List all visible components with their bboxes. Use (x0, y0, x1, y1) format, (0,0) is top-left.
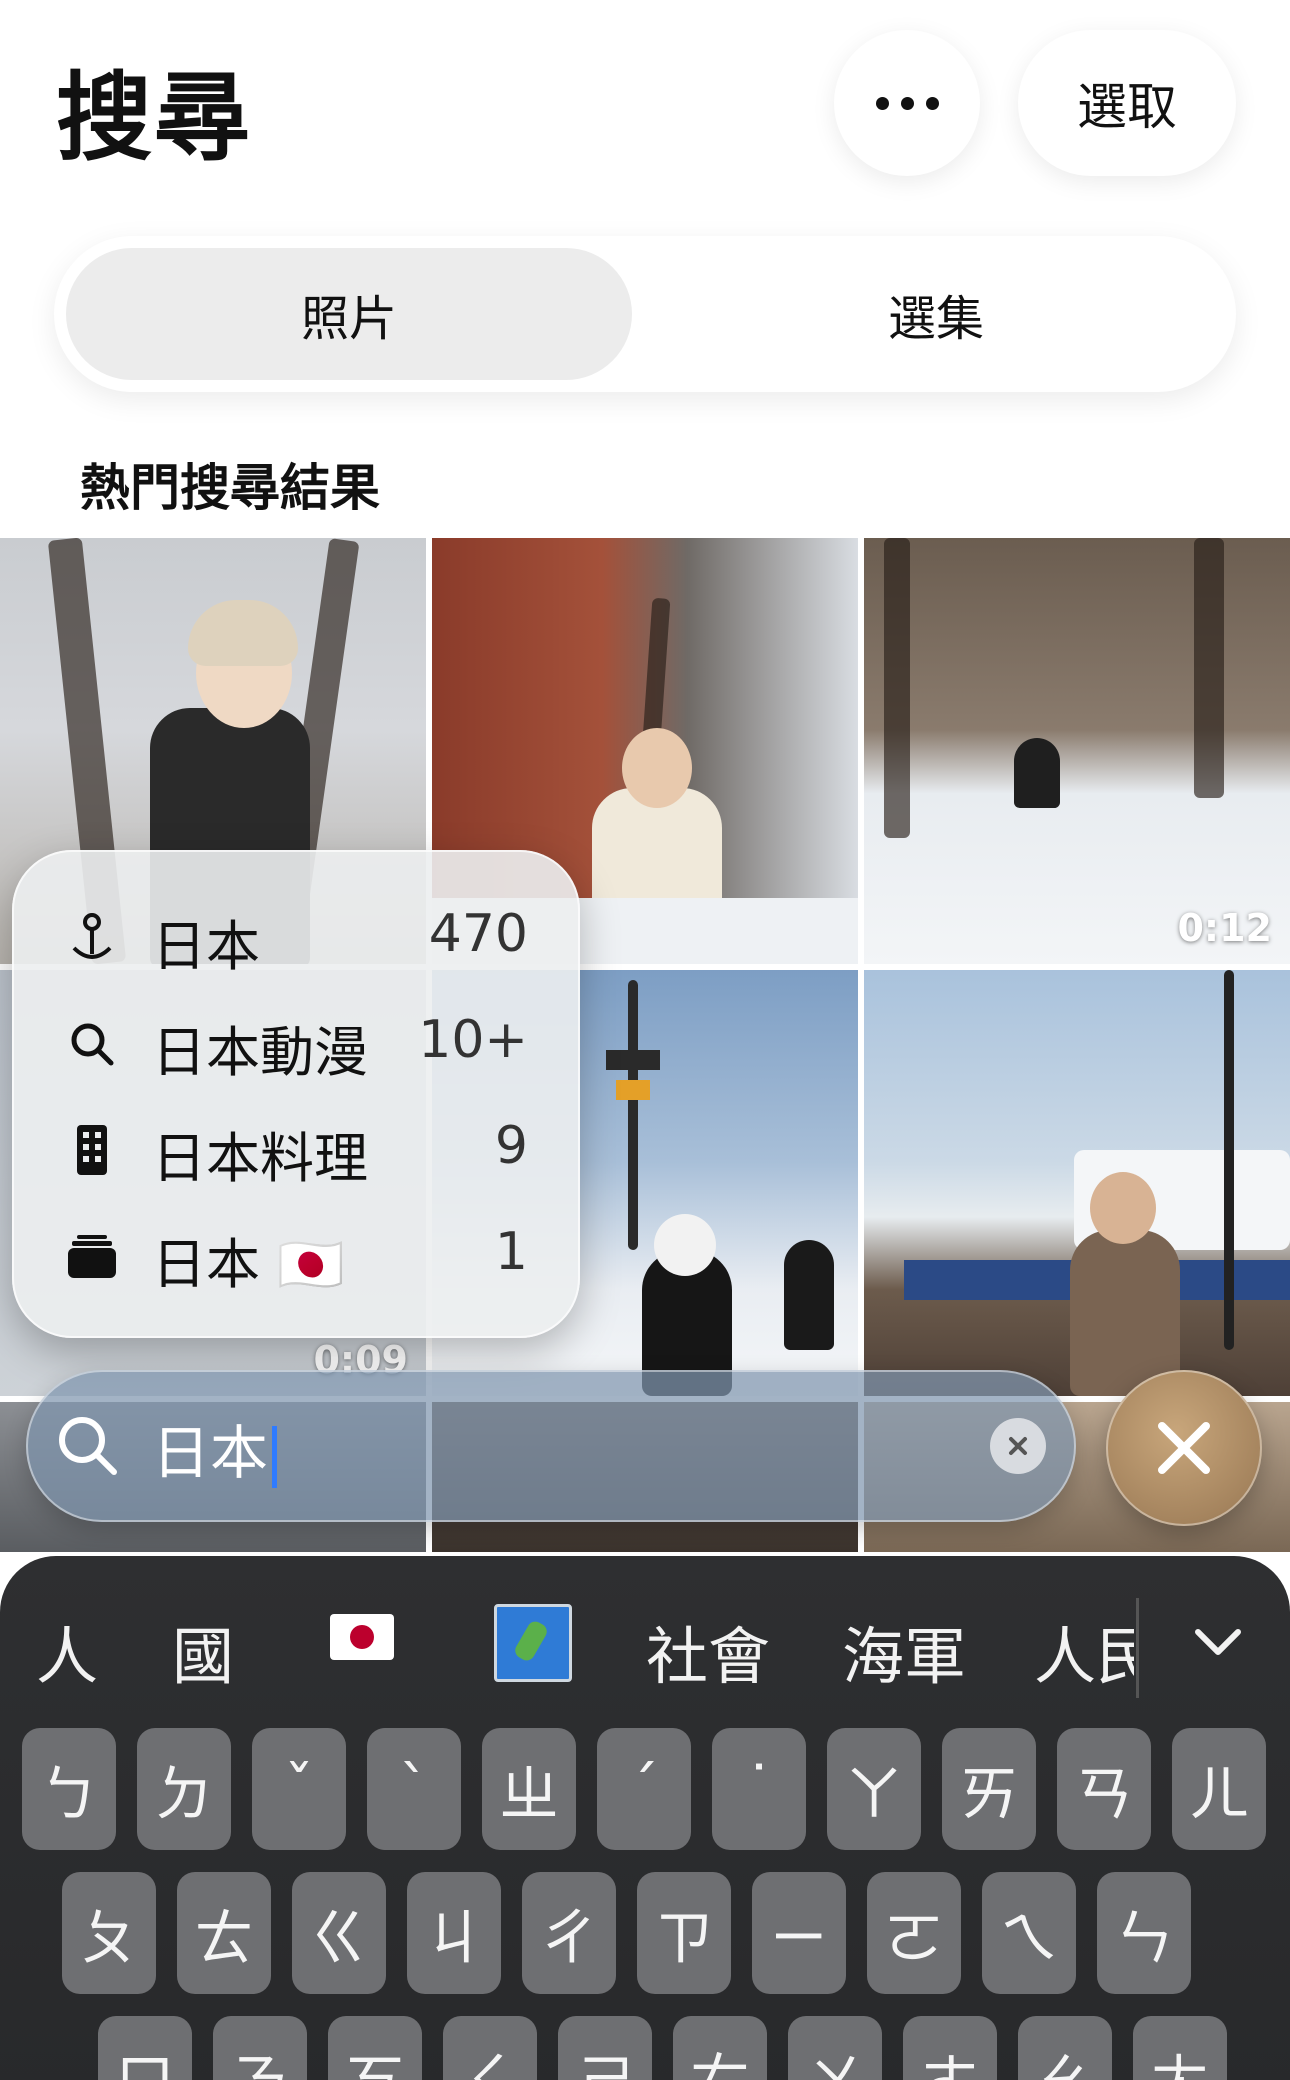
key[interactable]: ㄦ (1172, 1728, 1266, 1850)
suggestion-place[interactable]: 日本 470 (12, 884, 580, 990)
japan-map-icon[interactable] (494, 1604, 572, 1682)
key[interactable]: ㄔ (522, 1872, 616, 1994)
video-duration: 0:12 (1177, 906, 1272, 950)
key[interactable]: ㄞ (942, 1728, 1036, 1850)
segmented-control: 照片 選集 (54, 236, 1236, 392)
key[interactable]: ㄠ (1018, 2016, 1112, 2080)
key[interactable]: ㄐ (407, 1872, 501, 1994)
key[interactable]: ㄊ (177, 1872, 271, 1994)
key[interactable]: ㄚ (827, 1728, 921, 1850)
key[interactable]: ˋ (367, 1728, 461, 1850)
candidate-word[interactable]: 人民 (1034, 1606, 1134, 1696)
suggestion-label: 日本 (152, 915, 260, 978)
suggestion-label: 日本料理 (152, 1127, 368, 1190)
suggestion-business[interactable]: 日本料理 9 (12, 1096, 580, 1202)
search-input[interactable]: 日本 (152, 1406, 278, 1490)
key[interactable]: ㄉ (137, 1728, 231, 1850)
suggestion-count: 10+ (418, 1010, 528, 1070)
key[interactable]: ˇ (252, 1728, 346, 1850)
select-button[interactable]: 選取 (1018, 30, 1236, 176)
key[interactable]: ㄨ (788, 2016, 882, 2080)
key[interactable]: ㄤ (1133, 2016, 1227, 2080)
clear-icon (1009, 1437, 1027, 1455)
japan-flag-emoji: 🇯🇵 (277, 1233, 345, 1296)
key[interactable]: ㄓ (482, 1728, 576, 1850)
album-stack-icon (64, 1228, 120, 1284)
candidate-word[interactable]: 社會 (646, 1606, 770, 1696)
section-title: 熱門搜尋結果 (80, 459, 380, 517)
key[interactable]: ˊ (597, 1728, 691, 1850)
search-icon (52, 1410, 124, 1482)
suggestion-label: 日本 🇯🇵 (152, 1233, 345, 1296)
photo-thumbnail[interactable] (864, 970, 1290, 1396)
map-pin-icon (64, 910, 120, 966)
key[interactable]: ㄜ (903, 2016, 997, 2080)
more-options-button[interactable] (834, 30, 980, 176)
suggestion-count: 470 (428, 904, 528, 964)
key[interactable]: ㄢ (1057, 1728, 1151, 1850)
chevron-down-icon[interactable] (1188, 1612, 1248, 1672)
close-icon (1158, 1422, 1210, 1474)
key[interactable]: ㄟ (982, 1872, 1076, 1994)
candidate-word[interactable]: 人 (36, 1606, 98, 1696)
text-caret (272, 1425, 278, 1488)
suggestion-count: 9 (494, 1116, 528, 1176)
candidate-word[interactable]: 國 (172, 1606, 234, 1696)
suggestion-label: 日本動漫 (152, 1021, 368, 1084)
divider (1136, 1598, 1139, 1698)
close-search-button[interactable] (1106, 1370, 1262, 1526)
key[interactable]: ㄋ (213, 2016, 307, 2080)
key[interactable]: ㄍ (292, 1872, 386, 1994)
search-suggestions-popup: 日本 470 日本動漫 10+ 日本料理 9 日本 🇯🇵 1 (12, 850, 580, 1338)
building-icon (64, 1122, 120, 1178)
search-icon (64, 1016, 120, 1072)
key[interactable]: ㄇ (98, 2016, 192, 2080)
photos-search-screen: 搜尋 選取 照片 選集 熱門搜尋結果 0:12 0:09 日本 470 日本動漫… (0, 0, 1290, 2080)
key[interactable]: ㄅ (22, 1728, 116, 1850)
zhuyin-keyboard: 人 國 社會 海軍 人民 ㄅ ㄉ ˇ ˋ ㄓ ˊ ˙ ㄚ ㄞ ㄢ ㄦ ㄆ ㄊ ㄍ… (0, 1556, 1290, 2080)
key[interactable]: ㄧ (752, 1872, 846, 1994)
candidate-word[interactable]: 海軍 (842, 1606, 966, 1696)
tab-collections[interactable]: 選集 (648, 248, 1224, 380)
search-field[interactable]: 日本 (26, 1370, 1076, 1522)
key[interactable]: ㄛ (867, 1872, 961, 1994)
video-thumbnail[interactable]: 0:12 (864, 538, 1290, 964)
suggestion-count: 1 (494, 1222, 528, 1282)
key[interactable]: ㄗ (637, 1872, 731, 1994)
key[interactable]: ㄣ (1097, 1872, 1191, 1994)
key[interactable]: ㄑ (443, 2016, 537, 2080)
suggestion-album[interactable]: 日本 🇯🇵 1 (12, 1202, 580, 1308)
key[interactable]: ㄆ (62, 1872, 156, 1994)
ellipsis-icon (875, 96, 889, 110)
japan-flag-icon[interactable] (330, 1614, 394, 1660)
key[interactable]: ㄘ (673, 2016, 767, 2080)
clear-text-button[interactable] (990, 1418, 1046, 1474)
key[interactable]: ㄎ (328, 2016, 422, 2080)
key[interactable]: ˙ (712, 1728, 806, 1850)
tab-photos[interactable]: 照片 (66, 248, 632, 380)
page-title: 搜尋 (56, 62, 252, 174)
key[interactable]: ㄕ (558, 2016, 652, 2080)
suggestion-search[interactable]: 日本動漫 10+ (12, 990, 580, 1096)
